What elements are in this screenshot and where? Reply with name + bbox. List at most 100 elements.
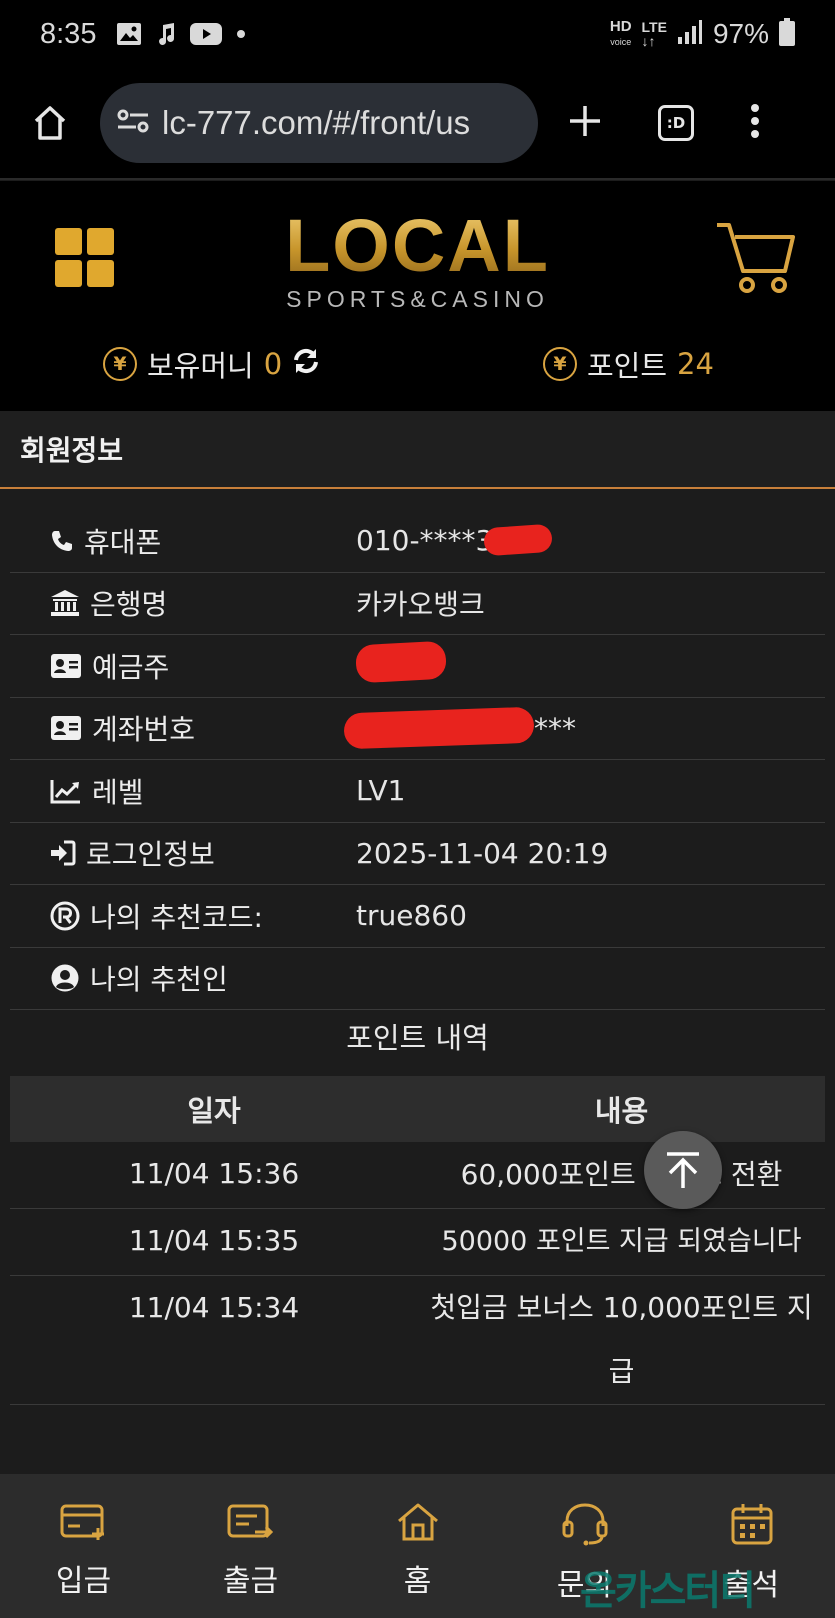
member-info-title: 회원정보 bbox=[0, 411, 835, 489]
info-label: 로그인정보 bbox=[86, 838, 215, 872]
youtube-icon bbox=[190, 22, 223, 46]
tab-switcher-label: :D bbox=[666, 114, 686, 132]
browser-home-button[interactable] bbox=[0, 103, 100, 143]
dot-icon bbox=[236, 29, 246, 39]
more-vertical-icon bbox=[751, 104, 759, 138]
info-label: 계좌번호 bbox=[92, 713, 196, 747]
info-row-login: 로그인정보 2025-11-04 20:19 bbox=[10, 823, 825, 885]
address-bar[interactable]: lc-777.com/#/front/us bbox=[100, 83, 538, 163]
info-label: 나의 추천인 bbox=[90, 963, 228, 997]
info-row-referrer: 나의 추천인 bbox=[10, 948, 825, 1010]
refresh-icon bbox=[294, 348, 319, 373]
watermark: 온카스터디 bbox=[580, 1568, 756, 1614]
row-content: 첫입금 보너스 10,000포인트 지급 bbox=[430, 1291, 813, 1388]
info-label: 은행명 bbox=[90, 588, 168, 622]
info-row-referral-code: 나의 추천코드: true860 bbox=[10, 885, 825, 948]
user-circle-icon bbox=[51, 964, 79, 992]
balance-point: ¥ 포인트 24 bbox=[543, 343, 714, 385]
row-content: 60,000포인트 머니로 전환 bbox=[460, 1158, 783, 1191]
nav-label: 홈 bbox=[403, 1564, 432, 1599]
info-label: 나의 추천코드: bbox=[90, 900, 263, 934]
new-tab-button[interactable] bbox=[568, 104, 602, 142]
redaction-mark bbox=[483, 523, 553, 557]
id-card-icon bbox=[51, 653, 81, 678]
deposit-card-icon bbox=[60, 1504, 104, 1540]
cart-button[interactable] bbox=[715, 219, 795, 299]
headset-icon bbox=[562, 1503, 607, 1546]
redaction-mark bbox=[343, 706, 535, 750]
table-row: 11/04 15:34 첫입금 보너스 10,000포인트 지급 bbox=[10, 1276, 825, 1405]
status-bar: 8:35 HD voice LTE ↓↑ 97% bbox=[0, 0, 835, 68]
nav-withdraw[interactable]: 출금 bbox=[167, 1474, 334, 1618]
info-row-phone: 휴대폰 010-****33 bbox=[10, 510, 825, 573]
row-content: 50000 포인트 지급 되였습니다 bbox=[441, 1226, 802, 1257]
info-label: 예금주 bbox=[92, 650, 170, 684]
url-text[interactable]: lc-777.com/#/front/us bbox=[162, 104, 470, 142]
referral-code-value: true860 bbox=[356, 899, 467, 933]
table-header: 일자 내용 bbox=[10, 1076, 825, 1142]
account-value: *** bbox=[343, 706, 576, 750]
tab-switcher-button[interactable]: :D bbox=[658, 105, 694, 141]
money-value: 0 bbox=[263, 347, 283, 381]
points-history-table: 일자 내용 11/04 15:36 60,000포인트 머니로 전환 11/04… bbox=[10, 1076, 825, 1405]
arrow-up-icon bbox=[667, 1152, 699, 1188]
chart-line-icon bbox=[50, 779, 80, 804]
info-row-depositor: 예금주 bbox=[10, 635, 825, 698]
redaction-mark bbox=[355, 640, 447, 684]
signal-icon bbox=[677, 19, 703, 50]
depositor-value bbox=[355, 640, 447, 688]
scroll-to-top-button[interactable] bbox=[644, 1131, 722, 1209]
money-label: 보유머니 bbox=[147, 349, 254, 383]
site-settings-icon[interactable] bbox=[116, 106, 150, 140]
info-row-level: 레벨 LV1 bbox=[10, 760, 825, 823]
browser-menu-button[interactable] bbox=[750, 103, 760, 143]
battery-icon bbox=[779, 17, 795, 51]
lte-icon: LTE ↓↑ bbox=[641, 19, 667, 49]
calendar-icon bbox=[731, 1504, 772, 1545]
bank-value: 카카오뱅크 bbox=[356, 588, 485, 622]
phone-value: 010-****33 bbox=[356, 523, 553, 557]
login-value: 2025-11-04 20:19 bbox=[356, 836, 609, 870]
site-header: LOCAL SPORTS&CASINO ¥ 보유머니 0 ¥ 포인트 24 bbox=[0, 181, 835, 411]
info-label: 휴대폰 bbox=[84, 525, 162, 559]
member-info-table: 휴대폰 010-****33 은행명 카카오뱅크 예금주 계좌번호 *** 레벨… bbox=[10, 510, 825, 1010]
table-row: 11/04 15:35 50000 포인트 지급 되였습니다 bbox=[10, 1209, 825, 1276]
row-date: 11/04 15:35 bbox=[128, 1224, 300, 1257]
yen-icon: ¥ bbox=[543, 347, 577, 381]
sign-in-icon bbox=[51, 840, 76, 866]
hd-voice-icon: HD voice bbox=[609, 17, 632, 47]
refresh-button[interactable] bbox=[292, 347, 320, 382]
info-label: 레벨 bbox=[92, 775, 144, 809]
cart-icon bbox=[717, 223, 795, 293]
status-time: 8:35 bbox=[40, 17, 97, 50]
bank-icon bbox=[51, 590, 79, 617]
browser-toolbar: lc-777.com/#/front/us :D bbox=[0, 68, 835, 180]
nav-label: 출금 bbox=[222, 1564, 279, 1599]
id-card-icon bbox=[51, 716, 81, 741]
point-value: 24 bbox=[677, 347, 714, 381]
point-label: 포인트 bbox=[587, 349, 668, 383]
plus-icon bbox=[570, 106, 600, 136]
col-content-header: 내용 bbox=[594, 1094, 649, 1128]
col-date-header: 일자 bbox=[187, 1094, 241, 1128]
home-icon bbox=[397, 1503, 438, 1541]
gallery-icon bbox=[116, 22, 142, 46]
balance-money: ¥ 보유머니 0 bbox=[103, 343, 320, 385]
battery-percent: 97% bbox=[712, 18, 769, 49]
home-icon bbox=[34, 106, 66, 140]
nav-label: 입금 bbox=[55, 1564, 112, 1599]
nav-home[interactable]: 홈 bbox=[334, 1474, 501, 1618]
music-note-icon bbox=[156, 22, 176, 46]
row-date: 11/04 15:36 bbox=[128, 1157, 300, 1190]
site-logo[interactable]: LOCAL SPORTS&CASINO bbox=[0, 203, 835, 313]
info-row-account: 계좌번호 *** bbox=[10, 698, 825, 760]
row-date: 11/04 15:34 bbox=[128, 1291, 300, 1324]
registered-icon bbox=[50, 901, 80, 931]
logo-main-text: LOCAL bbox=[0, 203, 835, 288]
nav-deposit[interactable]: 입금 bbox=[0, 1474, 167, 1618]
info-row-bank: 은행명 카카오뱅크 bbox=[10, 573, 825, 635]
yen-icon: ¥ bbox=[103, 347, 137, 381]
phone-icon bbox=[52, 530, 72, 551]
level-value: LV1 bbox=[356, 774, 406, 808]
logo-sub-text: SPORTS&CASINO bbox=[286, 286, 549, 312]
